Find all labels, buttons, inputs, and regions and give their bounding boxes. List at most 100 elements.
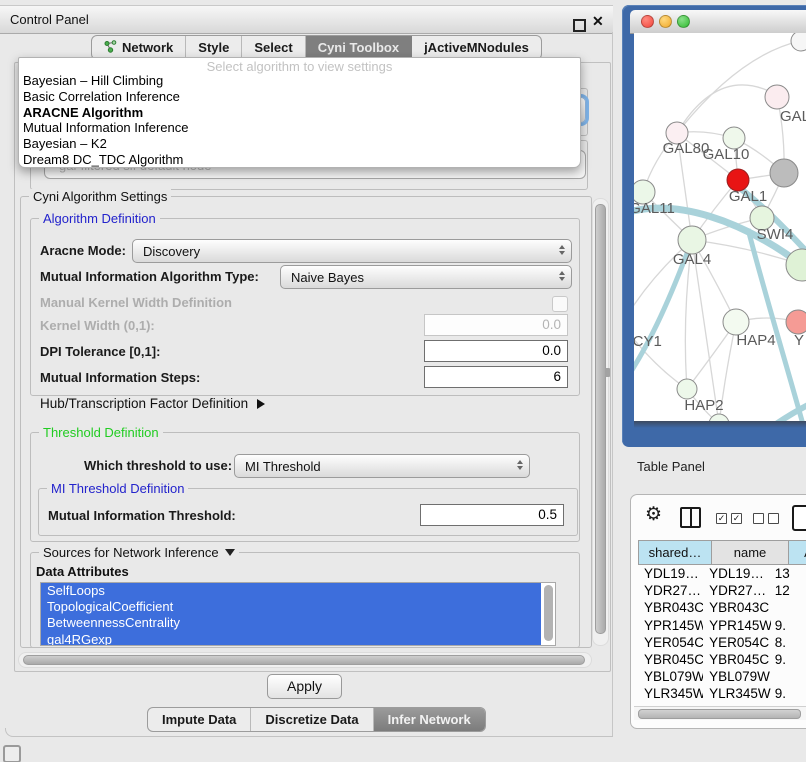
mi-threshold-field[interactable]: 0.5	[420, 504, 564, 526]
dropdown-item-dream8-dc-tdc-algorithm[interactable]: Dream8 DC_TDC Algorithm	[19, 152, 580, 168]
tab-cyni-toolbox[interactable]: Cyni Toolbox	[306, 36, 412, 59]
table-row[interactable]: YLR345WYLR345W9.	[638, 685, 806, 702]
table-panel-title: Table Panel	[637, 459, 705, 474]
table-cell: YDR27…	[638, 583, 703, 598]
mac-zoom-icon[interactable]	[677, 15, 690, 28]
dropdown-item-bayesian-hill-climbing[interactable]: Bayesian – Hill Climbing	[19, 73, 580, 89]
table-cell: YER054C	[638, 635, 703, 650]
table-cell: 9.	[771, 618, 806, 633]
network-node-gal4[interactable]	[678, 226, 706, 254]
table-cell: YBR043C	[638, 600, 703, 615]
dpi-tolerance-label: DPI Tolerance [0,1]:	[40, 340, 160, 364]
dropdown-item-basic-correlation-inference[interactable]: Basic Correlation Inference	[19, 89, 580, 105]
attribute-item-betweennesscentrality[interactable]: BetweennessCentrality	[41, 615, 541, 631]
mi-threshold-legend: MI Threshold Definition	[47, 481, 188, 496]
cyni-settings-legend: Cyni Algorithm Settings	[29, 189, 171, 204]
table-row[interactable]: YBR043CYBR043C	[638, 599, 806, 616]
aracne-mode-combobox[interactable]: Discovery	[132, 239, 572, 263]
tab-select[interactable]: Select	[242, 36, 305, 59]
table-row[interactable]: YBL079WYBL079W	[638, 668, 806, 685]
gear-icon[interactable]: ⚙	[645, 504, 662, 526]
tab-infer-network[interactable]: Infer Network	[374, 708, 485, 731]
table-cell: YPR145W	[703, 618, 771, 633]
deselect-all-icon[interactable]	[768, 513, 779, 524]
settings-horizontal-scrollbar[interactable]	[18, 652, 592, 668]
table-row[interactable]: YPR145WYPR145W9.	[638, 617, 806, 634]
hub-tf-definition-toggle[interactable]: Hub/Transcription Factor Definition	[40, 394, 265, 414]
network-node-y[interactable]	[786, 310, 806, 334]
manual-kernel-checkbox[interactable]	[552, 296, 568, 312]
attributes-scrollbar[interactable]	[544, 585, 553, 641]
network-node[interactable]	[709, 414, 729, 421]
node-label-gcy1: GCY1	[634, 333, 662, 350]
mac-close-icon[interactable]	[641, 15, 654, 28]
close-icon[interactable]: ✕	[592, 14, 604, 28]
sources-legend-label: Sources for Network Inference	[43, 545, 219, 560]
table-scroll-thumb[interactable]	[638, 709, 801, 719]
algorithm-definition-legend: Algorithm Definition	[39, 211, 160, 226]
column-header-shared[interactable]: shared…	[638, 540, 712, 565]
attribute-item-topologicalcoefficient[interactable]: TopologicalCoefficient	[41, 599, 541, 615]
table-row[interactable]: YBR045CYBR045C9.	[638, 651, 806, 668]
table-cell: YDL19…	[638, 566, 703, 581]
cyni-bottom-tabbar: Impute DataDiscretize DataInfer Network	[147, 707, 486, 732]
column-header-a[interactable]: A	[789, 540, 806, 565]
network-graph: GALGAL80GAL10GAL1GAL11SWI4GAL4GCY1HAP4YH…	[634, 33, 806, 421]
node-label-hap4: HAP4	[736, 332, 775, 349]
table-row[interactable]: YDL19…YDL19…13	[638, 565, 806, 582]
network-canvas-shadow	[634, 421, 806, 428]
which-threshold-combobox[interactable]: MI Threshold	[234, 454, 530, 478]
network-canvas[interactable]: GALGAL80GAL10GAL1GAL11SWI4GAL4GCY1HAP4YH…	[634, 33, 806, 421]
tab-style[interactable]: Style	[186, 36, 242, 59]
network-window-titlebar[interactable]	[630, 10, 806, 34]
mi-type-combobox[interactable]: Naive Bayes	[280, 265, 572, 289]
select-all-check-icon[interactable]: ✓	[731, 513, 742, 524]
attribute-item-gal4rgexp[interactable]: gal4RGexp	[41, 632, 541, 646]
float-window-icon[interactable]	[573, 19, 586, 32]
control-panel-title: Control Panel	[10, 12, 89, 27]
attribute-item-selfloops[interactable]: SelfLoops	[41, 583, 541, 599]
tab-label: jActiveMNodules	[424, 40, 529, 55]
tab-impute-data[interactable]: Impute Data	[148, 708, 251, 731]
select-all-check-icon[interactable]: ✓	[716, 513, 727, 524]
table-row[interactable]: YER054CYER054C8.	[638, 634, 806, 651]
table-cell: YLR345W	[703, 686, 771, 701]
collapsed-panel-icon[interactable]	[3, 745, 21, 762]
dropdown-item-bayesian-k2[interactable]: Bayesian – K2	[19, 136, 580, 152]
table-horizontal-scrollbar[interactable]	[634, 706, 806, 720]
tab-label: Network	[122, 40, 173, 55]
data-attributes-list[interactable]: SelfLoopsTopologicalCoefficientBetweenne…	[40, 582, 556, 646]
network-node-hap2[interactable]	[677, 379, 697, 399]
network-node[interactable]	[770, 159, 798, 187]
horizontal-scroll-thumb[interactable]	[23, 655, 585, 665]
kernel-width-field[interactable]: 0.0	[424, 314, 568, 336]
table-cell: YBL079W	[703, 669, 771, 684]
split-columns-icon[interactable]	[680, 507, 701, 528]
network-edge[interactable]	[677, 85, 777, 133]
dropdown-item-aracne-algorithm[interactable]: ARACNE Algorithm	[19, 105, 580, 121]
node-label-swi4: SWI4	[757, 226, 794, 243]
mi-steps-field[interactable]: 6	[424, 366, 568, 388]
data-attributes-items: SelfLoopsTopologicalCoefficientBetweenne…	[41, 583, 555, 646]
vertical-scroll-thumb[interactable]	[595, 204, 606, 634]
tab-jactivemnodules[interactable]: jActiveMNodules	[412, 36, 541, 59]
deselect-all-icon[interactable]	[753, 513, 764, 524]
tab-discretize-data[interactable]: Discretize Data	[251, 708, 373, 731]
dpi-tolerance-field[interactable]: 0.0	[424, 340, 568, 362]
dropdown-item-list: Bayesian – Hill ClimbingBasic Correlatio…	[19, 73, 580, 168]
dropdown-item-mutual-information-inference[interactable]: Mutual Information Inference	[19, 120, 580, 136]
settings-vertical-scrollbar[interactable]	[592, 198, 609, 646]
apply-button[interactable]: Apply	[267, 674, 342, 699]
sources-legend[interactable]: Sources for Network Inference	[39, 545, 239, 560]
column-header-name[interactable]: name	[712, 540, 789, 565]
table-row[interactable]: YIL052CYIL052C8.	[638, 703, 806, 706]
network-node-gal[interactable]	[765, 85, 789, 109]
tab-network[interactable]: Network	[92, 36, 186, 59]
mac-minimize-icon[interactable]	[659, 15, 672, 28]
dropdown-placeholder: Select algorithm to view settings	[19, 58, 580, 73]
splitter-handle[interactable]	[605, 368, 610, 377]
table-row[interactable]: YDR27…YDR27…12	[638, 582, 806, 599]
table-mode-icon[interactable]	[792, 505, 806, 531]
which-threshold-value: MI Threshold	[245, 459, 321, 474]
network-node[interactable]	[791, 33, 806, 51]
